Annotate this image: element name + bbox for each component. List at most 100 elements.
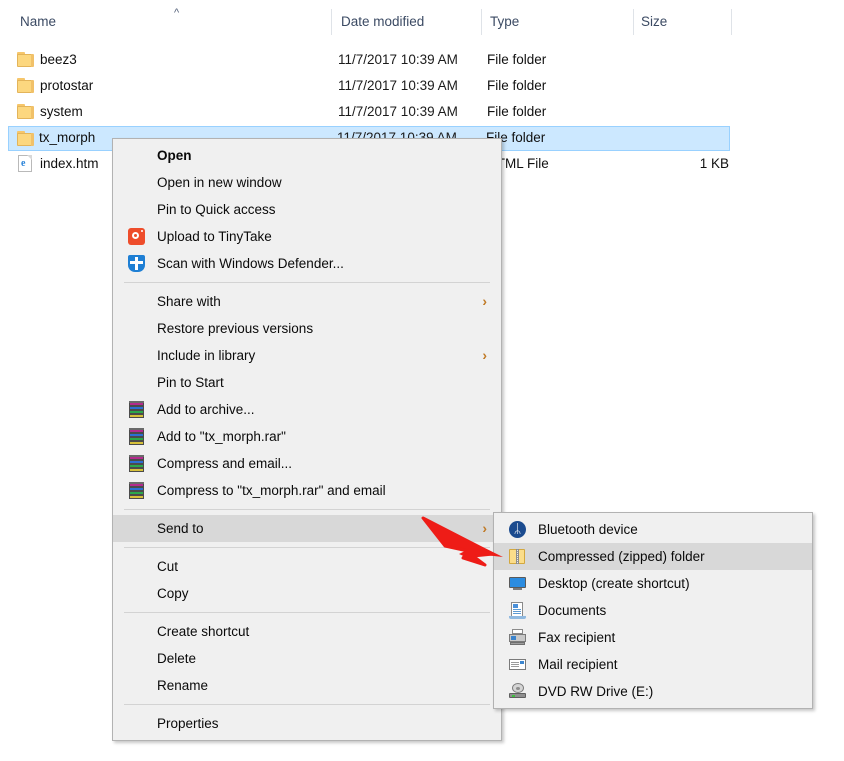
- file-type: File folder: [487, 104, 547, 119]
- menu-item-label: Fax recipient: [538, 630, 616, 645]
- folder-icon: [17, 131, 34, 146]
- winrar-icon: [128, 401, 145, 418]
- menu-item-label: Copy: [157, 586, 189, 601]
- menu-item-add-to-rar[interactable]: Add to "tx_morph.rar": [113, 423, 501, 450]
- tinytake-icon: [128, 228, 145, 245]
- submenu-item-mail-recipient[interactable]: Mail recipient: [494, 651, 812, 678]
- file-type: File folder: [487, 52, 547, 67]
- table-row[interactable]: protostar 11/7/2017 10:39 AM File folder: [9, 74, 729, 99]
- menu-item-pin-to-quick-access[interactable]: Pin to Quick access: [113, 196, 501, 223]
- file-name: index.htm: [40, 156, 99, 171]
- submenu-item-compressed-zipped-folder[interactable]: Compressed (zipped) folder: [494, 543, 812, 570]
- documents-icon: [509, 602, 526, 619]
- shield-icon: [128, 255, 145, 272]
- file-size: 1 KB: [699, 156, 729, 171]
- menu-item-share-with[interactable]: Share with ›: [113, 288, 501, 315]
- menu-item-open-in-new-window[interactable]: Open in new window: [113, 169, 501, 196]
- menu-item-label: Pin to Quick access: [157, 202, 276, 217]
- desktop-icon: [509, 575, 526, 592]
- submenu-item-desktop-create-shortcut[interactable]: Desktop (create shortcut): [494, 570, 812, 597]
- menu-item-upload-to-tinytake[interactable]: Upload to TinyTake: [113, 223, 501, 250]
- submenu-item-fax-recipient[interactable]: Fax recipient: [494, 624, 812, 651]
- chevron-right-icon: ›: [482, 347, 487, 363]
- html-file-letter: e: [21, 158, 26, 169]
- column-divider[interactable]: [331, 9, 332, 35]
- menu-item-open[interactable]: Open: [113, 142, 501, 169]
- menu-item-label: Pin to Start: [157, 375, 224, 390]
- menu-item-label: Scan with Windows Defender...: [157, 256, 344, 271]
- column-header-type[interactable]: Type: [490, 14, 519, 29]
- menu-item-label: Send to: [157, 521, 204, 536]
- folder-icon: [17, 104, 34, 119]
- menu-separator: [124, 612, 490, 613]
- menu-item-label: Open: [157, 148, 192, 163]
- menu-item-label: Desktop (create shortcut): [538, 576, 690, 591]
- file-date-modified: 11/7/2017 10:39 AM: [338, 104, 458, 119]
- context-menu[interactable]: Open Open in new window Pin to Quick acc…: [112, 138, 502, 741]
- fax-icon: [509, 629, 526, 646]
- menu-item-send-to[interactable]: Send to ›: [113, 515, 501, 542]
- winrar-icon: [128, 455, 145, 472]
- column-header-name[interactable]: Name: [20, 14, 56, 29]
- menu-item-label: Cut: [157, 559, 179, 574]
- menu-item-label: Add to archive...: [157, 402, 255, 417]
- submenu-item-bluetooth-device[interactable]: ᛦ Bluetooth device: [494, 516, 812, 543]
- menu-item-compress-to-rar-and-email[interactable]: Compress to "tx_morph.rar" and email: [113, 477, 501, 504]
- file-date-modified: 11/7/2017 10:39 AM: [338, 78, 458, 93]
- column-header-size[interactable]: Size: [641, 14, 667, 29]
- menu-item-copy[interactable]: Copy: [113, 580, 501, 607]
- mail-icon: [509, 656, 526, 673]
- menu-item-label: Share with: [157, 294, 221, 309]
- menu-item-delete[interactable]: Delete: [113, 645, 501, 672]
- menu-item-scan-with-windows-defender[interactable]: Scan with Windows Defender...: [113, 250, 501, 277]
- menu-separator: [124, 704, 490, 705]
- column-divider[interactable]: [481, 9, 482, 35]
- submenu-item-documents[interactable]: Documents: [494, 597, 812, 624]
- menu-item-label: Properties: [157, 716, 219, 731]
- menu-item-label: Compressed (zipped) folder: [538, 549, 705, 564]
- menu-item-create-shortcut[interactable]: Create shortcut: [113, 618, 501, 645]
- zipped-folder-icon: [509, 548, 526, 565]
- file-name: beez3: [40, 52, 77, 67]
- submenu-item-dvd-rw-drive[interactable]: DVD RW Drive (E:): [494, 678, 812, 705]
- column-divider[interactable]: [633, 9, 634, 35]
- file-name: tx_morph: [39, 130, 96, 145]
- column-header-date-modified[interactable]: Date modified: [341, 14, 424, 29]
- file-date-modified: 11/7/2017 10:39 AM: [338, 52, 458, 67]
- menu-item-compress-and-email[interactable]: Compress and email...: [113, 450, 501, 477]
- menu-item-pin-to-start[interactable]: Pin to Start: [113, 369, 501, 396]
- bluetooth-icon: ᛦ: [509, 521, 526, 538]
- menu-item-label: Upload to TinyTake: [157, 229, 272, 244]
- menu-item-properties[interactable]: Properties: [113, 710, 501, 737]
- file-name: protostar: [40, 78, 94, 93]
- menu-item-label: Include in library: [157, 348, 256, 363]
- column-divider[interactable]: [731, 9, 732, 35]
- menu-separator: [124, 547, 490, 548]
- menu-item-add-to-archive[interactable]: Add to archive...: [113, 396, 501, 423]
- menu-item-cut[interactable]: Cut: [113, 553, 501, 580]
- file-type: File folder: [487, 78, 547, 93]
- menu-item-label: Delete: [157, 651, 197, 666]
- table-row[interactable]: beez3 11/7/2017 10:39 AM File folder: [9, 48, 729, 73]
- sort-ascending-icon: ^: [174, 7, 180, 19]
- menu-item-label: Restore previous versions: [157, 321, 314, 336]
- menu-item-label: Compress and email...: [157, 456, 293, 471]
- menu-item-restore-previous-versions[interactable]: Restore previous versions: [113, 315, 501, 342]
- menu-item-label: Bluetooth device: [538, 522, 638, 537]
- html-file-icon: e: [18, 155, 32, 172]
- menu-separator: [124, 509, 490, 510]
- send-to-submenu[interactable]: ᛦ Bluetooth device Compressed (zipped) f…: [493, 512, 813, 709]
- menu-item-label: Open in new window: [157, 175, 282, 190]
- menu-separator: [124, 282, 490, 283]
- menu-item-include-in-library[interactable]: Include in library ›: [113, 342, 501, 369]
- menu-item-label: Documents: [538, 603, 607, 618]
- dvd-drive-icon: [509, 683, 526, 700]
- menu-item-label: Rename: [157, 678, 209, 693]
- winrar-icon: [128, 482, 145, 499]
- menu-item-label: Compress to "tx_morph.rar" and email: [157, 483, 386, 498]
- menu-item-label: DVD RW Drive (E:): [538, 684, 654, 699]
- menu-item-rename[interactable]: Rename: [113, 672, 501, 699]
- menu-item-label: Mail recipient: [538, 657, 618, 672]
- menu-item-label: Add to "tx_morph.rar": [157, 429, 286, 444]
- table-row[interactable]: system 11/7/2017 10:39 AM File folder: [9, 100, 729, 125]
